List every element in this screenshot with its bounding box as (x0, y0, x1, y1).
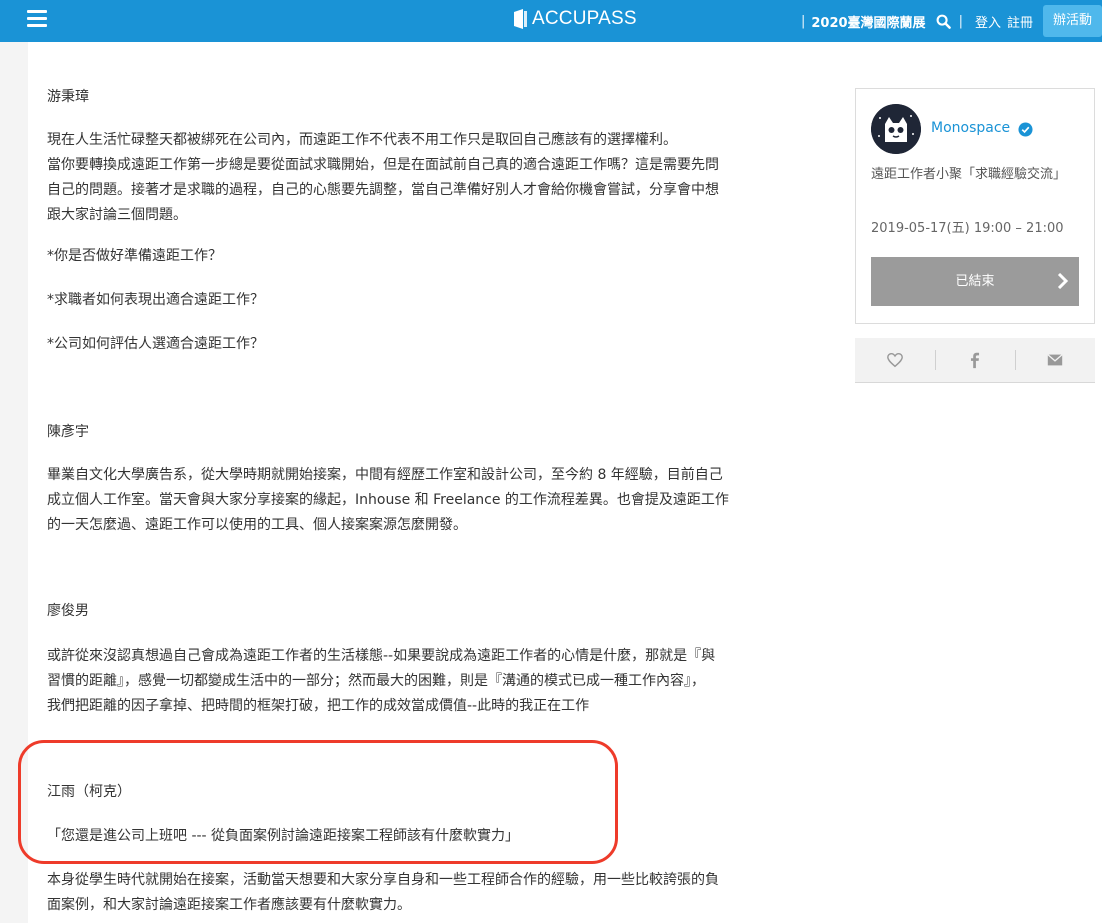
share-bar (855, 338, 1095, 383)
search-icon[interactable] (936, 14, 951, 29)
organizer-name[interactable]: Monospace (931, 120, 1010, 136)
login-link[interactable]: 登入 (975, 12, 1001, 31)
divider: | (958, 13, 963, 29)
brand-name: ACCUPASS (532, 8, 637, 29)
email-share-button[interactable] (1015, 338, 1095, 382)
register-link[interactable]: 註冊 (1007, 12, 1033, 31)
nav-right: | 2020臺灣國際蘭展 | 登入 註冊 辦活動 (795, 0, 1102, 42)
paragraph-line: 當你要轉換成遠距工作第一步總是要從面試求職開始，但是在面試前自己真的適合遠距工作… (47, 157, 719, 173)
paragraph-line: 跟大家討論三個問題。 (47, 207, 187, 223)
brand-logo[interactable]: ACCUPASS (512, 5, 637, 33)
bullet-question: *求職者如何表現出適合遠距工作？ (47, 292, 264, 308)
featured-event-link[interactable]: 2020臺灣國際蘭展 (811, 12, 925, 31)
top-navbar: ACCUPASS | 2020臺灣國際蘭展 | 登入 註冊 辦活動 (0, 0, 1102, 42)
highlight-annotation (18, 740, 618, 864)
speaker-name: 廖俊男 (47, 603, 89, 619)
verified-badge-icon (1018, 122, 1033, 137)
event-summary-card: Monospace 遠距工作者小聚「求職經驗交流」 2019-05-17(五) … (855, 88, 1095, 324)
speaker-name: 陳彥宇 (47, 424, 89, 440)
like-button[interactable] (855, 338, 935, 382)
bullet-question: *你是否做好準備遠距工作？ (47, 248, 222, 264)
paragraph-line: 面案例，和大家討論遠距接案工作者應該要有什麼軟實力。 (47, 897, 411, 913)
cat-mascot-icon (871, 104, 921, 154)
event-datetime: 2019-05-17(五) 19:00 – 21:00 (871, 221, 1064, 236)
paragraph-line: 的一天怎麼過、遠距工作可以使用的工具、個人接案案源怎麼開發。 (47, 517, 467, 533)
paragraph-line: 自己的問題。接著才是求職的過程，自己的心態要先調整，當自己準備好別人才會給你機會… (47, 182, 719, 198)
paragraph-line: 習慣的距離』，感覺一切都變成生活中的一部分；然而最大的困難，則是『溝通的模式已成… (47, 673, 705, 689)
chevron-right-icon (1057, 273, 1069, 289)
divider: | (800, 13, 806, 29)
paragraph-line: 成立個人工作室。當天會與大家分享接案的緣起，Inhouse 和 Freelanc… (47, 492, 729, 508)
speaker-name: 游秉璋 (47, 89, 89, 105)
paragraph-line: 現在人生活忙碌整天都被綁死在公司內，而遠距工作不代表不用工作只是取回自己應該有的… (47, 132, 677, 148)
paragraph-line: 我們把距離的因子拿掉、把時間的框架打破，把工作的成效當成價值--此時的我正在工作 (47, 698, 590, 714)
envelope-icon (1047, 354, 1063, 366)
paragraph-line: 本身從學生時代就開始在接案，活動當天想要和大家分享自身和一些工程師合作的經驗，用… (47, 872, 719, 888)
event-ended-button[interactable]: 已結束 (871, 257, 1079, 306)
event-ended-label: 已結束 (955, 274, 995, 289)
organizer-avatar[interactable] (871, 104, 921, 154)
facebook-icon (970, 352, 980, 369)
accupass-logo-icon (514, 9, 527, 29)
create-event-button[interactable]: 辦活動 (1042, 5, 1102, 37)
paragraph-line: 或許從來沒認真想過自己會成為遠距工作者的生活樣態--如果要說成為遠距工作者的心情… (47, 648, 716, 664)
hamburger-menu-icon[interactable] (27, 8, 49, 30)
paragraph-line: 畢業自文化大學廣告系，從大學時期就開始接案，中間有經歷工作室和設計公司，至今約 … (47, 467, 723, 483)
bullet-question: *公司如何評估人選適合遠距工作？ (47, 336, 264, 352)
heart-icon (887, 352, 903, 368)
event-title: 遠距工作者小聚「求職經驗交流」 (871, 167, 1067, 182)
facebook-share-button[interactable] (935, 338, 1015, 382)
